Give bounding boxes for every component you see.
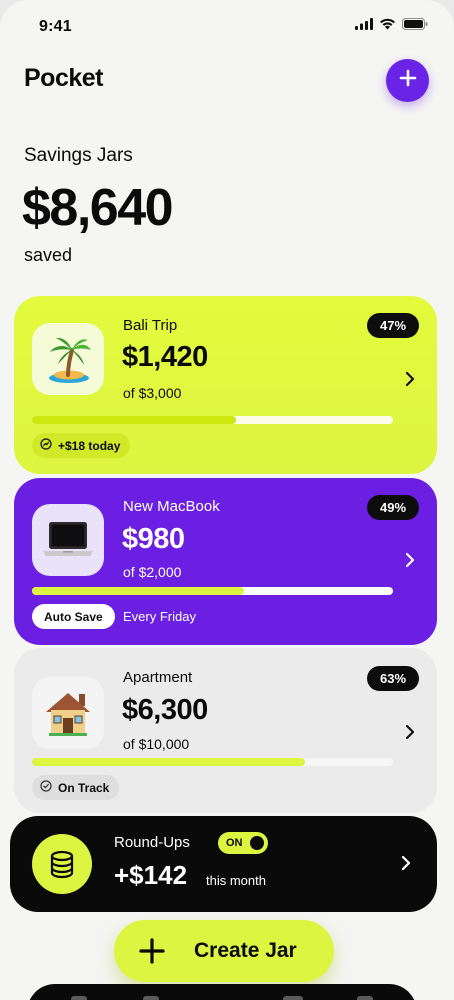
section-label: Savings Jars bbox=[24, 145, 133, 166]
chevron-right-icon bbox=[403, 370, 417, 388]
daily-gain-chip: +$18 today bbox=[32, 433, 131, 458]
jar-saved-amount: $1,420 bbox=[122, 341, 208, 373]
app-title: Pocket bbox=[24, 64, 103, 92]
jar-goal: of $10,000 bbox=[123, 736, 190, 752]
tab-cards-icon[interactable] bbox=[283, 996, 303, 1000]
tab-profile-icon[interactable] bbox=[357, 996, 373, 1000]
progress-percent-badge: 63% bbox=[367, 666, 419, 691]
bottom-tab-bar bbox=[27, 984, 417, 1000]
progress-bar bbox=[32, 416, 393, 424]
jar-card-new-macbook[interactable]: New MacBook $980 of $2,000 49% Auto Save… bbox=[14, 478, 437, 645]
progress-fill bbox=[32, 758, 305, 766]
chevron-right-icon bbox=[403, 551, 417, 569]
status-bar: 9:41 bbox=[0, 0, 454, 56]
status-chip: On Track bbox=[32, 775, 120, 800]
plus-icon bbox=[138, 937, 166, 970]
round-ups-amount: +$142 bbox=[114, 860, 188, 890]
daily-gain-label: +$18 today bbox=[58, 438, 121, 453]
jar-card-apartment[interactable]: Apartment $6,300 of $10,000 63% On Track bbox=[14, 648, 437, 813]
create-jar-label: Create Jar bbox=[194, 939, 297, 962]
progress-bar bbox=[32, 758, 393, 766]
tab-home-icon[interactable] bbox=[71, 996, 87, 1000]
chevron-right-icon bbox=[399, 854, 413, 872]
jar-name: Bali Trip bbox=[123, 317, 178, 334]
jar-name: New MacBook bbox=[123, 498, 220, 515]
toggle-label: ON bbox=[226, 837, 243, 849]
jar-card-bali-trip[interactable]: Bali Trip $1,420 of $3,000 47% +$18 toda… bbox=[14, 296, 437, 474]
progress-percent-badge: 47% bbox=[367, 313, 419, 338]
round-ups-title: Round-Ups bbox=[114, 834, 190, 851]
progress-bar bbox=[32, 587, 393, 595]
wifi-icon bbox=[379, 18, 396, 30]
tab-search-icon[interactable] bbox=[143, 996, 159, 1000]
house-icon bbox=[32, 677, 104, 749]
status-icons bbox=[355, 18, 428, 30]
trend-up-icon bbox=[40, 438, 52, 453]
progress-percent-badge: 49% bbox=[367, 495, 419, 520]
coins-stack-icon bbox=[32, 834, 92, 894]
add-jar-button[interactable] bbox=[386, 59, 429, 102]
app-screen: 9:41 Pocket Savings Jars $8,640 saved Ba… bbox=[0, 0, 454, 1000]
progress-fill bbox=[32, 587, 245, 595]
progress-fill bbox=[32, 416, 236, 424]
total-saved-caption: saved bbox=[24, 245, 73, 265]
plus-icon bbox=[399, 69, 417, 92]
laptop-icon bbox=[32, 504, 104, 576]
jar-goal: of $3,000 bbox=[123, 385, 182, 401]
toggle-knob bbox=[250, 836, 264, 850]
chevron-right-icon bbox=[403, 723, 417, 741]
cellular-signal-icon bbox=[355, 18, 373, 30]
jar-saved-amount: $6,300 bbox=[122, 694, 208, 726]
create-jar-button[interactable]: Create Jar bbox=[114, 920, 334, 982]
round-ups-card[interactable]: Round-Ups ON +$142 this month bbox=[10, 816, 437, 912]
jar-saved-amount: $980 bbox=[122, 523, 185, 555]
battery-icon bbox=[402, 18, 428, 30]
total-saved-amount: $8,640 bbox=[22, 179, 174, 237]
round-ups-toggle[interactable]: ON bbox=[218, 832, 268, 854]
jar-name: Apartment bbox=[123, 669, 193, 686]
palm-island-icon bbox=[32, 323, 104, 395]
jar-goal: of $2,000 bbox=[123, 564, 182, 580]
status-chip-label: On Track bbox=[58, 780, 110, 795]
status-time: 9:41 bbox=[39, 18, 72, 35]
auto-save-toggle[interactable]: Auto Save bbox=[32, 604, 115, 629]
check-circle-icon bbox=[40, 780, 52, 795]
auto-save-schedule: Every Friday bbox=[123, 609, 196, 624]
round-ups-period: this month bbox=[206, 873, 266, 888]
